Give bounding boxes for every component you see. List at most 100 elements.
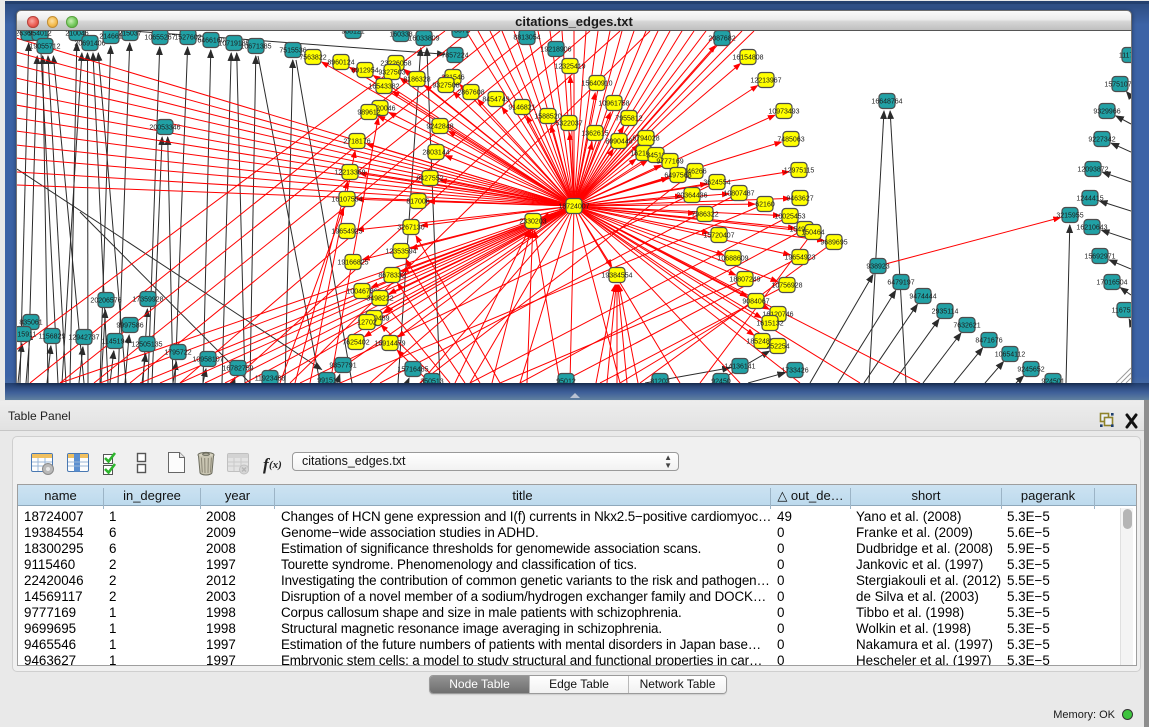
- svg-text:81203: 81203: [650, 378, 670, 383]
- svg-text:9474444: 9474444: [909, 293, 936, 300]
- svg-text:8678332: 8678332: [378, 272, 405, 279]
- svg-text:20206576: 20206576: [90, 297, 121, 304]
- svg-text:8427552: 8427552: [416, 175, 443, 182]
- svg-text:9327503: 9327503: [378, 69, 405, 76]
- svg-text:835061: 835061: [19, 319, 42, 326]
- svg-text:2867608: 2867608: [457, 89, 484, 96]
- svg-text:10655267: 10655267: [144, 34, 175, 41]
- svg-text:7515536: 7515536: [279, 47, 306, 54]
- svg-text:15692971: 15692971: [1084, 253, 1115, 260]
- svg-text:908121: 908121: [341, 31, 364, 35]
- svg-text:12093872: 12093872: [1077, 166, 1108, 173]
- svg-text:3267130: 3267130: [397, 224, 424, 231]
- svg-text:20364436: 20364436: [676, 192, 707, 199]
- svg-text:20691406: 20691406: [74, 40, 105, 47]
- svg-text:7485063: 7485063: [777, 136, 804, 143]
- svg-text:10958107: 10958107: [192, 356, 223, 363]
- svg-text:7632621: 7632621: [953, 322, 980, 329]
- svg-text:16210643: 16210643: [1076, 224, 1107, 231]
- svg-text:2087682: 2087682: [708, 35, 735, 42]
- svg-text:99151: 99151: [317, 377, 337, 383]
- svg-text:15640910: 15640910: [581, 80, 612, 87]
- svg-text:19055712: 19055712: [29, 43, 60, 50]
- svg-text:19654925: 19654925: [331, 228, 362, 235]
- svg-text:9327508: 9327508: [432, 82, 459, 89]
- svg-text:10688609: 10688609: [717, 255, 748, 262]
- svg-text:954012: 954012: [28, 31, 51, 37]
- svg-text:9777169: 9777169: [656, 158, 683, 165]
- svg-text:12213967: 12213967: [750, 77, 781, 84]
- svg-text:938923: 938923: [866, 263, 889, 270]
- svg-text:2803144: 2803144: [422, 149, 449, 156]
- svg-text:1362615: 1362615: [581, 130, 608, 137]
- svg-text:817006: 817006: [406, 198, 429, 205]
- svg-text:9242848: 9242848: [426, 123, 453, 130]
- svg-text:9329966: 9329966: [1093, 108, 1120, 115]
- svg-text:12702: 12702: [357, 319, 377, 326]
- svg-text:11923468: 11923468: [255, 375, 286, 382]
- svg-text:3215955: 3215955: [1056, 212, 1083, 219]
- svg-text:16154808: 16154808: [732, 54, 763, 61]
- svg-text:16033809: 16033809: [408, 35, 439, 42]
- svg-text:1733426: 1733426: [781, 367, 808, 374]
- svg-text:18807249: 18807249: [729, 276, 760, 283]
- svg-text:15720407: 15720407: [703, 232, 734, 239]
- svg-text:92450: 92450: [711, 378, 731, 383]
- svg-text:9997586: 9997586: [116, 322, 143, 329]
- svg-text:19654923: 19654923: [784, 254, 815, 261]
- svg-text:16107554: 16107554: [331, 196, 362, 203]
- svg-text:19384554: 19384554: [601, 272, 632, 279]
- svg-text:1795722: 1795722: [164, 349, 191, 356]
- svg-text:19218906: 19218906: [540, 46, 571, 53]
- svg-text:7857224: 7857224: [441, 52, 468, 59]
- svg-text:15751074: 15751074: [1104, 81, 1131, 88]
- svg-text:5322037: 5322037: [555, 120, 582, 127]
- svg-text:10973493: 10973493: [768, 108, 799, 115]
- svg-text:6794028: 6794028: [632, 135, 659, 142]
- svg-text:12213369: 12213369: [334, 169, 365, 176]
- svg-text:8186328: 8186328: [403, 76, 430, 83]
- svg-text:62160: 62160: [755, 201, 775, 208]
- svg-text:12353594: 12353594: [385, 248, 416, 255]
- svg-text:78572: 78572: [450, 31, 470, 34]
- svg-text:1167531: 1167531: [1112, 307, 1131, 314]
- svg-text:8990448: 8990448: [605, 138, 632, 145]
- svg-text:12505135: 12505135: [131, 341, 162, 348]
- svg-text:12325419: 12325419: [554, 63, 585, 70]
- svg-text:252254: 252254: [766, 343, 789, 350]
- svg-text:10807487: 10807487: [723, 190, 754, 197]
- svg-text:8454749: 8454749: [482, 96, 509, 103]
- svg-text:10654112: 10654112: [995, 351, 1026, 358]
- svg-text:2330203: 2330203: [519, 218, 546, 225]
- svg-text:9146821: 9146821: [508, 104, 535, 111]
- svg-text:18724007: 18724007: [558, 203, 589, 210]
- svg-text:6497568: 6497568: [664, 172, 691, 179]
- svg-text:8912954: 8912954: [351, 67, 378, 74]
- svg-text:924501: 924501: [1041, 378, 1064, 383]
- svg-text:12942737: 12942737: [68, 334, 99, 341]
- svg-text:14136141: 14136141: [724, 363, 755, 370]
- svg-text:10671385: 10671385: [240, 43, 271, 50]
- svg-text:15716485: 15716485: [397, 366, 428, 373]
- svg-text:2935114: 2935114: [932, 308, 959, 315]
- svg-text:7625402: 7625402: [342, 339, 369, 346]
- svg-text:111748: 111748: [1119, 52, 1131, 59]
- svg-text:7563822: 7563822: [299, 54, 326, 61]
- svg-text:9245652: 9245652: [1017, 366, 1044, 373]
- svg-text:12975115: 12975115: [784, 167, 815, 174]
- svg-text:10961758: 10961758: [598, 100, 629, 107]
- svg-text:16782759: 16782759: [222, 365, 253, 372]
- svg-text:16648764: 16648764: [871, 98, 902, 105]
- svg-text:8960124: 8960124: [327, 59, 354, 66]
- svg-text:1145194: 1145194: [102, 338, 129, 345]
- svg-text:19166825: 19166825: [337, 259, 368, 266]
- svg-text:9463627: 9463627: [786, 195, 813, 202]
- svg-text:3915911: 3915911: [16, 331, 36, 338]
- svg-text:350513: 350513: [420, 378, 443, 383]
- svg-text:215037: 215037: [118, 31, 141, 37]
- svg-text:20053346: 20053346: [149, 124, 180, 131]
- svg-text:1588520: 1588520: [534, 113, 561, 120]
- svg-text:17359928: 17359928: [132, 296, 163, 303]
- svg-text:16543382: 16543382: [368, 83, 399, 90]
- svg-text:16914479: 16914479: [374, 340, 405, 347]
